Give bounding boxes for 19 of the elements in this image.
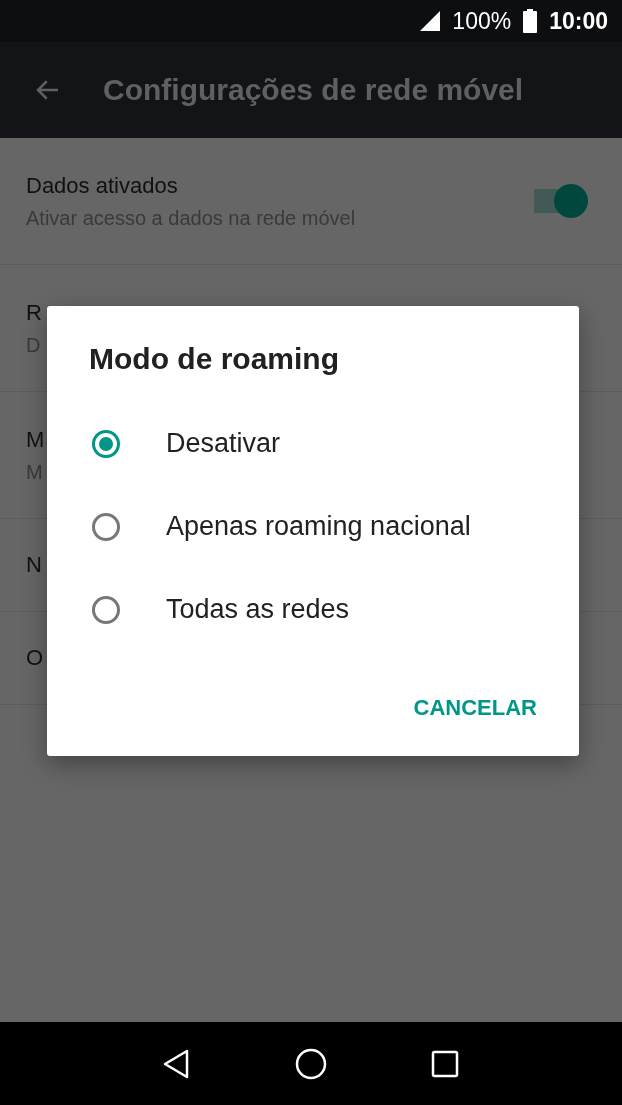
- radio-option[interactable]: Apenas roaming nacional: [92, 485, 537, 568]
- clock: 10:00: [549, 7, 608, 35]
- radio-button[interactable]: [92, 429, 120, 458]
- cancel-button[interactable]: CANCELAR: [413, 689, 537, 727]
- setting-title: O: [26, 645, 44, 671]
- dialog-title: Modo de roaming: [89, 342, 339, 376]
- battery-percent: 100%: [452, 7, 512, 35]
- home-icon[interactable]: [295, 1047, 327, 1080]
- radio-button[interactable]: [92, 512, 120, 541]
- setting-title: Dados ativados: [26, 172, 178, 199]
- radio-option[interactable]: Desativar: [92, 402, 537, 485]
- battery-icon: [523, 9, 538, 33]
- signal-icon: [418, 9, 443, 33]
- radio-button[interactable]: [92, 595, 120, 624]
- setting-title: M: [26, 426, 45, 453]
- screen-title: Configurações de rede móvel: [103, 73, 524, 107]
- radio-option[interactable]: Todas as redes: [92, 568, 537, 651]
- setting-title: R: [26, 299, 42, 326]
- setting-title: N: [26, 552, 42, 578]
